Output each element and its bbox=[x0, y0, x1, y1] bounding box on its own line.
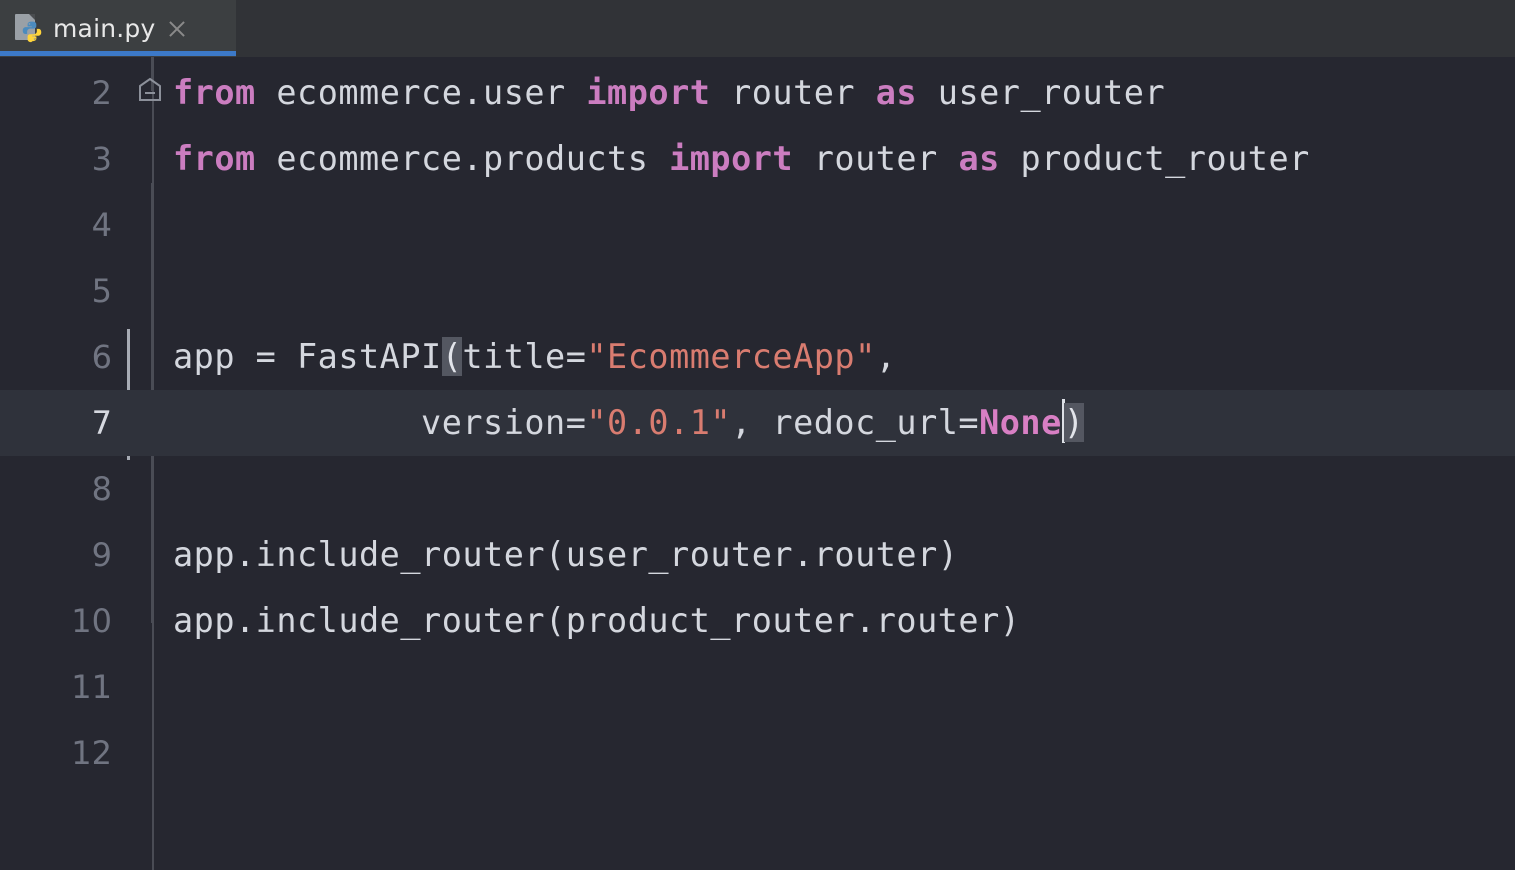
code-token: router bbox=[793, 139, 959, 178]
code-token: import bbox=[669, 139, 794, 178]
line-number: 5 bbox=[91, 272, 112, 310]
code-token: ) bbox=[1063, 403, 1085, 442]
code-token: from bbox=[173, 73, 256, 112]
code-token: user_router bbox=[917, 73, 1166, 112]
line-number: 9 bbox=[91, 536, 112, 574]
code-line[interactable]: 11 bbox=[0, 654, 1515, 720]
code-line[interactable]: 7 version="0.0.1", redoc_url=None) bbox=[0, 390, 1515, 456]
code-line[interactable]: 12 bbox=[0, 720, 1515, 786]
python-logo-icon bbox=[22, 21, 42, 42]
code-text: from ecommerce.products import router as… bbox=[173, 126, 1310, 192]
code-token: app.include_router(product_router.router… bbox=[173, 601, 1021, 640]
code-token: version= bbox=[173, 403, 587, 442]
editor-tab-label: main.py bbox=[53, 14, 156, 43]
code-line[interactable]: 9 app.include_router(user_router.router) bbox=[0, 522, 1515, 588]
line-number: 3 bbox=[91, 140, 112, 178]
code-token: from bbox=[173, 139, 256, 178]
code-token: "EcommerceApp" bbox=[586, 337, 876, 376]
code-token: import bbox=[586, 73, 711, 112]
code-token: , redoc_url= bbox=[731, 403, 980, 442]
line-number: 4 bbox=[91, 206, 112, 244]
code-line[interactable]: 5 bbox=[0, 258, 1515, 324]
code-token: , bbox=[875, 337, 897, 376]
code-token: app = FastAPI bbox=[173, 337, 442, 376]
code-line[interactable]: 2 from ecommerce.user import router as us… bbox=[0, 60, 1515, 126]
code-text: app.include_router(product_router.router… bbox=[173, 588, 1020, 654]
line-number: 2 bbox=[91, 74, 112, 112]
code-token: as bbox=[875, 73, 918, 112]
line-number: 12 bbox=[71, 734, 112, 772]
code-token: ecommerce.products bbox=[255, 139, 670, 178]
code-editor[interactable]: 2 from ecommerce.user import router as us… bbox=[0, 57, 1515, 870]
code-text: app.include_router(user_router.router) bbox=[173, 522, 958, 588]
code-line[interactable]: 4 bbox=[0, 192, 1515, 258]
code-text: version="0.0.1", redoc_url=None) bbox=[173, 390, 1085, 456]
code-line[interactable]: 8 bbox=[0, 456, 1515, 522]
code-token: as bbox=[958, 139, 1000, 178]
code-token: ecommerce.user bbox=[255, 73, 587, 112]
line-number: 10 bbox=[71, 602, 112, 640]
editor-tab-main-py[interactable]: main.py bbox=[0, 0, 236, 57]
line-number: 7 bbox=[91, 404, 112, 442]
editor-tab-bar: main.py bbox=[0, 0, 1515, 57]
code-token: router bbox=[710, 73, 876, 112]
line-number: 11 bbox=[71, 668, 112, 706]
code-line[interactable]: 10 app.include_router(product_router.rout… bbox=[0, 588, 1515, 654]
code-token: app.include_router(user_router.router) bbox=[173, 535, 959, 574]
code-token: "0.0.1" bbox=[586, 403, 732, 442]
code-token: ( bbox=[441, 337, 463, 376]
python-file-icon bbox=[14, 13, 44, 45]
active-tab-underline bbox=[0, 51, 236, 56]
code-token: None bbox=[979, 403, 1062, 442]
code-line[interactable]: 3 from ecommerce.products import router a… bbox=[0, 126, 1515, 192]
line-number: 8 bbox=[91, 470, 112, 508]
code-text: app = FastAPI(title="EcommerceApp", bbox=[173, 324, 896, 390]
code-token: title= bbox=[462, 337, 587, 376]
close-icon[interactable] bbox=[166, 18, 188, 40]
code-text: from ecommerce.user import router as use… bbox=[173, 60, 1165, 126]
code-token: product_router bbox=[999, 139, 1310, 178]
ide-window: main.py 2 from ecommerce.user import rout… bbox=[0, 0, 1515, 870]
code-line[interactable]: 6 app = FastAPI(title="EcommerceApp", bbox=[0, 324, 1515, 390]
line-number: 6 bbox=[91, 338, 112, 376]
